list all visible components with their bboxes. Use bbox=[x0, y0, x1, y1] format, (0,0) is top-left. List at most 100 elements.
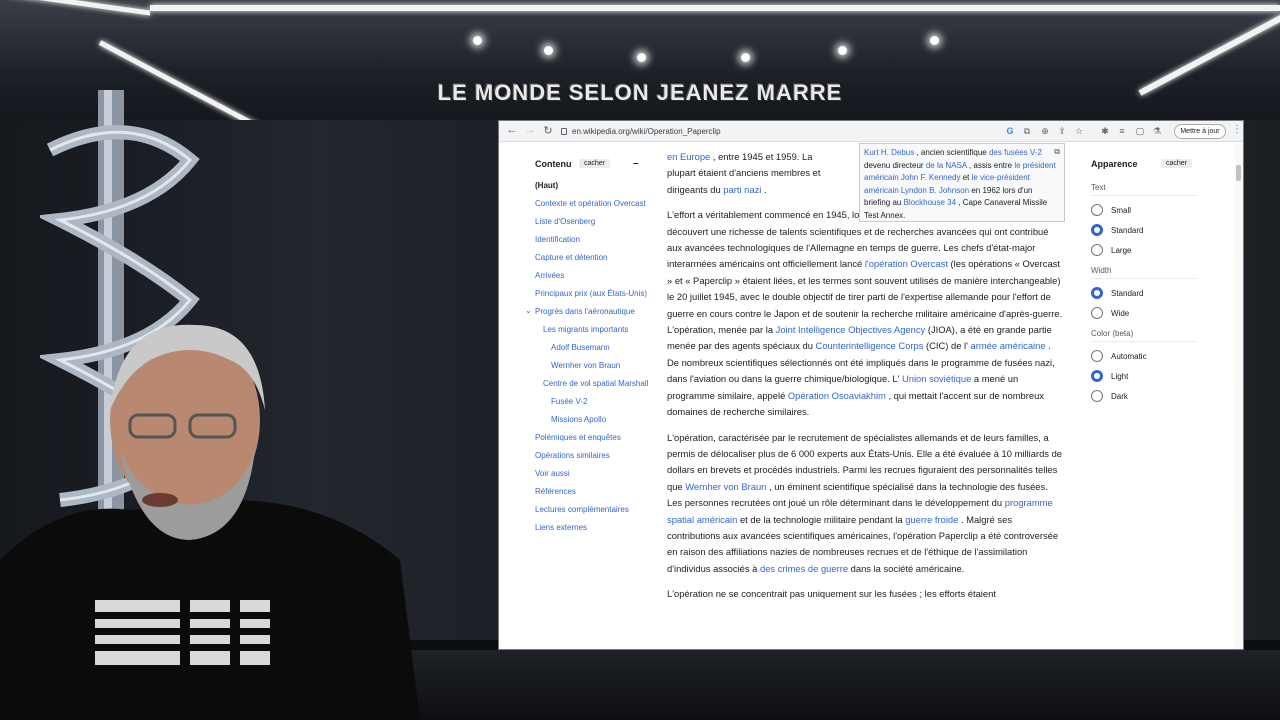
paragraph-1: L'effort a véritablement commencé en 194… bbox=[667, 209, 1063, 418]
text-size-label: Text bbox=[1091, 183, 1197, 196]
toc-item-label: Contexte et opération Overcast bbox=[535, 199, 646, 208]
toc-hide-button[interactable]: cacher bbox=[579, 159, 611, 168]
toc-item-label: Voir aussi bbox=[535, 469, 570, 478]
toc-item-label: Centre de vol spatial Marshall bbox=[543, 379, 649, 388]
toc-item[interactable]: Liens externes bbox=[535, 523, 650, 533]
toc-item[interactable]: Identification bbox=[535, 235, 650, 245]
sidebar-icon[interactable]: ▢ bbox=[1134, 125, 1146, 137]
toc-item[interactable]: Capture et détention bbox=[535, 253, 650, 263]
toc-item[interactable]: Références bbox=[535, 487, 650, 497]
reading-list-icon[interactable]: ≡ bbox=[1116, 125, 1128, 137]
scrollbar-thumb[interactable] bbox=[1236, 165, 1241, 181]
text-size-option[interactable]: Large bbox=[1091, 244, 1201, 256]
appearance-hide-button[interactable]: cacher bbox=[1161, 159, 1193, 168]
width-option[interactable]: Wide bbox=[1091, 307, 1201, 319]
toc-collapse-icon[interactable]: – bbox=[633, 158, 639, 169]
toc-item-label: Lectures complémentaires bbox=[535, 505, 629, 514]
link-union-sovietique[interactable]: Union soviétique bbox=[902, 373, 971, 384]
text-size-options: Small Standard Large bbox=[1091, 204, 1201, 256]
radio-button[interactable] bbox=[1091, 370, 1103, 382]
radio-label: Light bbox=[1111, 371, 1129, 381]
toc-item[interactable]: Centre de vol spatial Marshall bbox=[535, 379, 650, 389]
radio-label: Automatic bbox=[1111, 351, 1147, 361]
toc-item-label: Missions Apollo bbox=[551, 415, 607, 424]
toc-item[interactable]: Principaux prix (aux États-Unis) bbox=[535, 289, 650, 299]
link-osoaviakhim[interactable]: Opération Osoaviakhim bbox=[788, 390, 886, 401]
radio-label: Dark bbox=[1111, 391, 1128, 401]
link-armee-americaine[interactable]: armée américaine bbox=[971, 340, 1046, 351]
back-icon[interactable]: ← bbox=[505, 124, 519, 136]
lab-icon[interactable]: ⚗ bbox=[1151, 125, 1163, 137]
link-operation-overcast[interactable]: l'opération Overcast bbox=[865, 258, 948, 269]
share-icon[interactable]: ⇪ bbox=[1056, 125, 1068, 137]
paragraph-0: en Europe , entre 1945 et 1959. La plupa… bbox=[667, 151, 821, 195]
toc-item[interactable]: Arrivées bbox=[535, 271, 650, 281]
star-icon[interactable]: ☆ bbox=[1073, 125, 1085, 137]
appearance-title: Apparence bbox=[1091, 159, 1138, 169]
link-von-braun[interactable]: Wernher von Braun bbox=[685, 481, 766, 492]
link-crimes-de-guerre[interactable]: des crimes de guerre bbox=[760, 563, 848, 574]
menu-icon[interactable]: ⋮ bbox=[1232, 124, 1242, 135]
link-jioa[interactable]: Joint Intelligence Objectives Agency bbox=[776, 324, 926, 335]
toc-title: Contenu bbox=[535, 159, 572, 169]
toc-item[interactable]: Opérations similaires bbox=[535, 451, 650, 461]
reload-icon[interactable]: ↻ bbox=[541, 124, 555, 137]
translate-icon[interactable]: ⧉ bbox=[1021, 125, 1033, 137]
toc-item[interactable]: Lectures complémentaires bbox=[535, 505, 650, 515]
link-cic[interactable]: Counterintelligence Corps bbox=[816, 340, 924, 351]
radio-button[interactable] bbox=[1091, 224, 1103, 236]
toc-item[interactable]: Wernher von Braun bbox=[535, 361, 650, 371]
link-en-europe[interactable]: en Europe bbox=[667, 151, 710, 162]
radio-button[interactable] bbox=[1091, 244, 1103, 256]
radio-button[interactable] bbox=[1091, 307, 1103, 319]
browser-toolbar: ← → ↻ en.wikipedia.org/wiki/Operation_Pa… bbox=[499, 121, 1243, 142]
toc-item[interactable]: (Haut) bbox=[535, 181, 650, 191]
appearance-header: Apparence cacher bbox=[1091, 159, 1201, 173]
lock-icon bbox=[561, 128, 567, 135]
toc-item[interactable]: Contexte et opération Overcast bbox=[535, 199, 650, 209]
color-option[interactable]: Light bbox=[1091, 370, 1201, 382]
toc-item-label: Liens externes bbox=[535, 523, 588, 532]
width-label: Width bbox=[1091, 266, 1197, 279]
text-size-option[interactable]: Standard bbox=[1091, 224, 1201, 236]
update-button[interactable]: Mettre à jour bbox=[1174, 124, 1226, 139]
toc-item[interactable]: Missions Apollo bbox=[535, 415, 650, 425]
toc-item-label: Wernher von Braun bbox=[551, 361, 621, 370]
toc-item[interactable]: ⌄ Progrès dans l'aéronautique bbox=[525, 306, 650, 317]
chevron-down-icon[interactable]: ⌄ bbox=[525, 306, 532, 316]
color-option[interactable]: Dark bbox=[1091, 390, 1201, 402]
toc-item[interactable]: Voir aussi bbox=[535, 469, 650, 479]
link-guerre-froide[interactable]: guerre froide bbox=[905, 514, 958, 525]
scrollbar[interactable] bbox=[1235, 143, 1243, 649]
google-icon[interactable]: G bbox=[1004, 125, 1016, 137]
enlarge-icon[interactable]: ⧉ bbox=[1054, 146, 1060, 159]
toc-item[interactable]: Polémiques et enquêtes bbox=[535, 433, 650, 443]
toc-item[interactable]: Adolf Busemann bbox=[535, 343, 650, 353]
toc-item-label: Références bbox=[535, 487, 576, 496]
spotlight bbox=[930, 36, 939, 45]
toc-item-label: Progrès dans l'aéronautique bbox=[535, 307, 635, 316]
forward-icon[interactable]: → bbox=[523, 124, 537, 136]
radio-button[interactable] bbox=[1091, 390, 1103, 402]
text-size-option[interactable]: Small bbox=[1091, 204, 1201, 216]
radio-button[interactable] bbox=[1091, 287, 1103, 299]
radio-button[interactable] bbox=[1091, 204, 1103, 216]
spotlight bbox=[838, 46, 847, 55]
link-blockhouse[interactable]: Blockhouse 34 bbox=[904, 198, 956, 207]
toc-item-label: Polémiques et enquêtes bbox=[535, 433, 621, 442]
link-nasa[interactable]: de la NASA bbox=[926, 161, 967, 170]
color-option[interactable]: Automatic bbox=[1091, 350, 1201, 362]
show-title: LE MONDE SELON JEANEZ MARRE bbox=[437, 80, 843, 105]
zoom-icon[interactable]: ⊕ bbox=[1039, 125, 1051, 137]
extensions-icon[interactable]: ✱ bbox=[1099, 125, 1111, 137]
width-option[interactable]: Standard bbox=[1091, 287, 1201, 299]
toc-item[interactable]: Liste d'Osenberg bbox=[535, 217, 650, 227]
toc-item[interactable]: Les migrants importants bbox=[535, 325, 650, 335]
link-debus[interactable]: Kurt H. Debus bbox=[864, 148, 914, 157]
radio-button[interactable] bbox=[1091, 350, 1103, 362]
link-fusees-v2[interactable]: des fusées V-2 bbox=[989, 148, 1042, 157]
link-parti-nazi[interactable]: parti nazi bbox=[723, 184, 761, 195]
toc-item-label: Arrivées bbox=[535, 271, 565, 280]
toc-item[interactable]: Fusée V-2 bbox=[535, 397, 650, 407]
address-bar[interactable]: en.wikipedia.org/wiki/Operation_Papercli… bbox=[561, 124, 1001, 139]
